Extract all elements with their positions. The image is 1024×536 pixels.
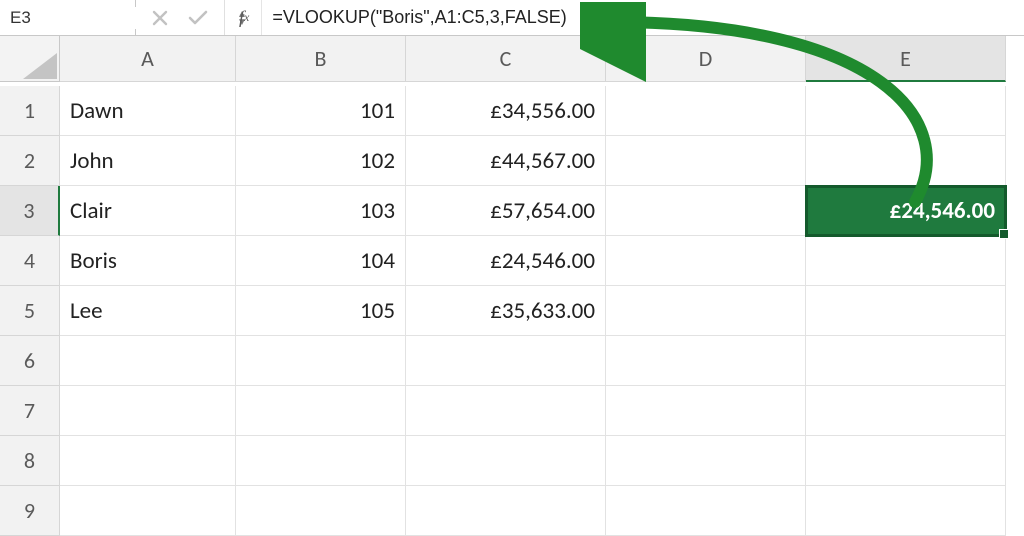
cell-B1[interactable]: 101 — [236, 86, 406, 136]
col-header-B[interactable]: B — [236, 36, 406, 82]
cell-D7[interactable] — [606, 386, 806, 436]
cell-E6[interactable] — [806, 336, 1006, 386]
cell-C6[interactable] — [406, 336, 606, 386]
cell-D6[interactable] — [606, 336, 806, 386]
col-header-C[interactable]: C — [406, 36, 606, 82]
cell-B5[interactable]: 105 — [236, 286, 406, 336]
cell-C9[interactable] — [406, 486, 606, 536]
cell-E8[interactable] — [806, 436, 1006, 486]
cell-C8[interactable] — [406, 436, 606, 486]
row-header-8[interactable]: 8 — [0, 436, 60, 486]
cell-B2[interactable]: 102 — [236, 136, 406, 186]
cell-E9[interactable] — [806, 486, 1006, 536]
row-header-7[interactable]: 7 — [0, 386, 60, 436]
row-header-6[interactable]: 6 — [0, 336, 60, 386]
cell-E1[interactable] — [806, 86, 1006, 136]
cell-E7[interactable] — [806, 386, 1006, 436]
row-header-2[interactable]: 2 — [0, 136, 60, 186]
cell-A9[interactable] — [60, 486, 236, 536]
spreadsheet-grid: A B C D E 1 Dawn 101 £34,556.00 2 John 1… — [0, 36, 1024, 536]
cell-D3[interactable] — [606, 186, 806, 236]
name-box-container: ▲ ▼ — [0, 0, 136, 35]
cell-B9[interactable] — [236, 486, 406, 536]
cell-C1[interactable]: £34,556.00 — [406, 86, 606, 136]
cell-A4[interactable]: Boris — [60, 236, 236, 286]
cell-B3[interactable]: 103 — [236, 186, 406, 236]
row-header-9[interactable]: 9 — [0, 486, 60, 536]
row-header-1[interactable]: 1 — [0, 86, 60, 136]
cell-B7[interactable] — [236, 386, 406, 436]
cell-A1[interactable]: Dawn — [60, 86, 236, 136]
cell-D8[interactable] — [606, 436, 806, 486]
cell-A8[interactable] — [60, 436, 236, 486]
cell-A5[interactable]: Lee — [60, 286, 236, 336]
cell-D4[interactable] — [606, 236, 806, 286]
confirm-icon[interactable] — [188, 10, 208, 26]
select-all-corner[interactable] — [0, 36, 60, 82]
formula-bar-buttons — [136, 0, 225, 35]
cell-B8[interactable] — [236, 436, 406, 486]
cell-D1[interactable] — [606, 86, 806, 136]
cell-A6[interactable] — [60, 336, 236, 386]
cell-C4[interactable]: £24,546.00 — [406, 236, 606, 286]
cell-E5[interactable] — [806, 286, 1006, 336]
row-header-4[interactable]: 4 — [0, 236, 60, 286]
fx-label[interactable]: fx — [225, 0, 262, 35]
cell-A3[interactable]: Clair — [60, 186, 236, 236]
cell-C7[interactable] — [406, 386, 606, 436]
cell-C2[interactable]: £44,567.00 — [406, 136, 606, 186]
cancel-icon[interactable] — [152, 10, 168, 26]
cell-D2[interactable] — [606, 136, 806, 186]
cell-C3[interactable]: £57,654.00 — [406, 186, 606, 236]
cell-E4[interactable] — [806, 236, 1006, 286]
cell-B4[interactable]: 104 — [236, 236, 406, 286]
cell-A7[interactable] — [60, 386, 236, 436]
cell-D5[interactable] — [606, 286, 806, 336]
row-header-3[interactable]: 3 — [0, 186, 60, 236]
cell-E3[interactable]: £24,546.00 — [806, 186, 1006, 236]
col-header-E[interactable]: E — [806, 36, 1006, 82]
row-header-5[interactable]: 5 — [0, 286, 60, 336]
cell-C5[interactable]: £35,633.00 — [406, 286, 606, 336]
formula-input[interactable] — [262, 0, 1024, 35]
col-header-A[interactable]: A — [60, 36, 236, 82]
formula-bar: ▲ ▼ fx — [0, 0, 1024, 36]
cell-E2[interactable] — [806, 136, 1006, 186]
cell-D9[interactable] — [606, 486, 806, 536]
cell-B6[interactable] — [236, 336, 406, 386]
cell-A2[interactable]: John — [60, 136, 236, 186]
col-header-D[interactable]: D — [606, 36, 806, 82]
